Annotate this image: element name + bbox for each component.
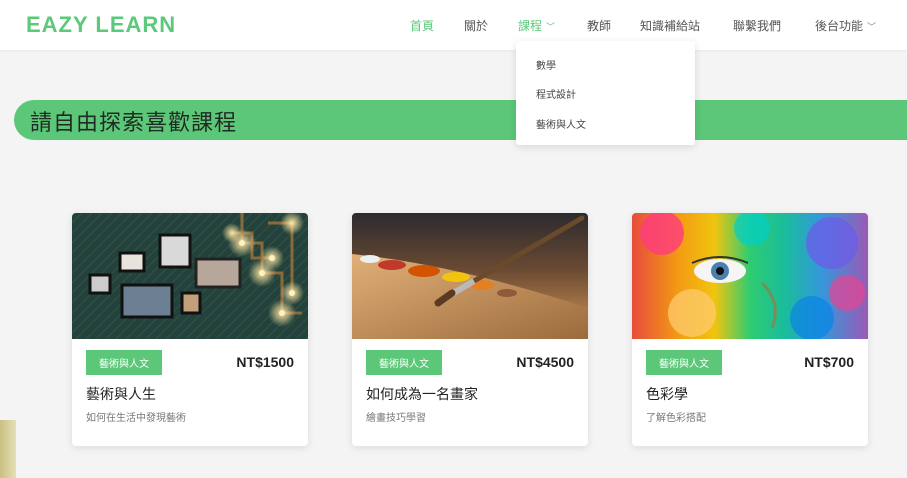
nav-knowledge-label: 知識補給站: [640, 19, 701, 33]
nav-contact[interactable]: 聯繫我們: [733, 17, 781, 34]
course-image-gallery-wall: [72, 213, 308, 339]
page-title: 請自由探索喜歡課程: [30, 111, 238, 136]
top-navbar: EAZY LEARN 首頁 關於 課程 ﹀ 教師 知識補給站 聯繫我們 後台功能 ﹀: [0, 0, 907, 50]
desktop-background-edge: [0, 420, 16, 478]
nav-courses-label: 課程: [518, 19, 543, 33]
course-image-painted-face: [632, 213, 868, 339]
courses-dropdown-menu: 數學 程式設計 藝術與人文: [516, 41, 695, 145]
course-title[interactable]: 藝術與人生: [86, 384, 156, 404]
course-subtitle: 繪畫技巧學習: [366, 413, 426, 424]
nav-knowledge[interactable]: 知識補給站: [640, 17, 700, 34]
nav-contact-label: 聯繫我們: [733, 19, 782, 33]
dropdown-item-programming[interactable]: 程式設計: [536, 86, 576, 101]
course-title[interactable]: 如何成為一名畫家: [366, 384, 478, 404]
course-subtitle: 如何在生活中發現藝術: [86, 413, 186, 424]
dropdown-item-arts[interactable]: 藝術與人文: [536, 116, 586, 131]
nav-about-label: 關於: [464, 19, 489, 33]
nav-teachers-label: 教師: [587, 19, 612, 33]
category-badge: 藝術與人文: [366, 350, 442, 375]
nav-home-label: 首頁: [410, 19, 435, 33]
category-badge: 藝術與人文: [86, 350, 162, 375]
course-card[interactable]: 藝術與人文 NT$1500 藝術與人生 如何在生活中發現藝術: [72, 213, 308, 446]
nav-about[interactable]: 關於: [464, 17, 488, 34]
chevron-down-icon: ﹀: [867, 23, 877, 33]
nav-courses[interactable]: 課程 ﹀: [518, 17, 555, 34]
hero-banner: 請自由探索喜歡課程: [14, 100, 907, 140]
course-price: NT$1500: [236, 354, 294, 370]
course-price: NT$4500: [516, 354, 574, 370]
category-badge: 藝術與人文: [646, 350, 722, 375]
course-image-paint-palette: [352, 213, 588, 339]
course-card[interactable]: 藝術與人文 NT$4500 如何成為一名畫家 繪畫技巧學習: [352, 213, 588, 446]
chevron-down-icon: ﹀: [546, 23, 556, 33]
nav-admin-label: 後台功能: [815, 19, 864, 33]
course-card[interactable]: 藝術與人文 NT$700 色彩學 了解色彩搭配: [632, 213, 868, 446]
course-subtitle: 了解色彩搭配: [646, 413, 706, 424]
course-price: NT$700: [804, 354, 854, 370]
nav-teachers[interactable]: 教師: [587, 17, 611, 34]
course-title[interactable]: 色彩學: [646, 384, 688, 404]
nav-home[interactable]: 首頁: [410, 17, 434, 34]
nav-admin[interactable]: 後台功能 ﹀: [815, 17, 876, 34]
dropdown-item-math[interactable]: 數學: [536, 57, 556, 72]
brand-logo[interactable]: EAZY LEARN: [26, 12, 176, 38]
